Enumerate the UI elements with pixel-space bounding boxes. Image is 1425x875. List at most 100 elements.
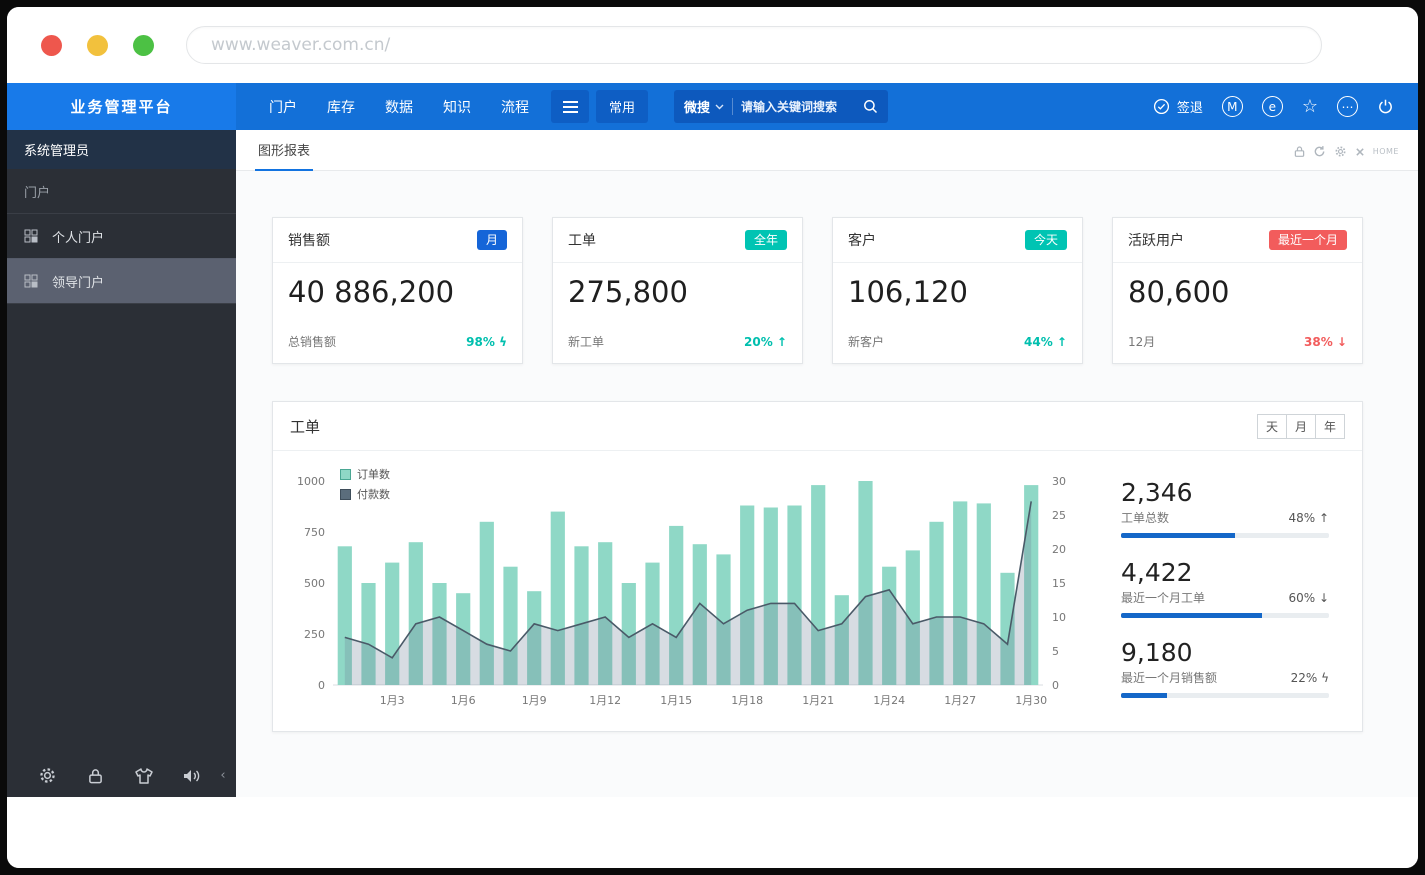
tab-graphic-reports[interactable]: 图形报表 bbox=[255, 140, 313, 171]
legend-swatch bbox=[340, 469, 351, 480]
legend-item-2[interactable]: 付款数 bbox=[340, 486, 390, 502]
svg-text:1月6: 1月6 bbox=[451, 694, 476, 707]
side-stat-percent: 48% ↑ bbox=[1288, 511, 1329, 525]
chart-plot: 025050075010000510152025301月31月61月91月121… bbox=[283, 465, 1089, 721]
side-stat-label: 最近一个月销售额 bbox=[1121, 669, 1217, 686]
m-badge-icon[interactable]: M bbox=[1222, 96, 1243, 117]
address-bar[interactable]: www.weaver.com.cn/ bbox=[186, 26, 1322, 64]
topnav-item-1[interactable]: 门户 bbox=[254, 83, 312, 130]
side-stat-label: 最近一个月工单 bbox=[1121, 589, 1205, 606]
sidebar-item-label: 个人门户 bbox=[52, 227, 104, 246]
e-badge-icon[interactable]: e bbox=[1262, 96, 1283, 117]
sidebar: 系统管理员 门户 个人门户领导门户 ‹ bbox=[7, 130, 236, 797]
zoom-window-button[interactable] bbox=[133, 35, 154, 56]
report-tabbar: 图形报表 HOME bbox=[236, 130, 1418, 171]
stat-card-value: 275,800 bbox=[553, 263, 802, 309]
side-stat-3: 9,180 最近一个月销售额22% ϟ bbox=[1121, 638, 1329, 698]
search-engine-selector[interactable]: 微搜 bbox=[684, 97, 724, 116]
stat-card-head: 客户 今天 bbox=[833, 218, 1082, 263]
chart-range-buttons: 天月年 bbox=[1258, 414, 1345, 439]
minimize-window-button[interactable] bbox=[87, 35, 108, 56]
lock-icon[interactable] bbox=[71, 767, 119, 785]
svg-text:1月15: 1月15 bbox=[660, 694, 692, 707]
svg-text:25: 25 bbox=[1052, 509, 1066, 522]
side-stat-value: 9,180 bbox=[1121, 638, 1329, 667]
svg-text:1月18: 1月18 bbox=[731, 694, 763, 707]
close-icon[interactable] bbox=[1355, 147, 1365, 157]
stat-card-title: 客户 bbox=[848, 230, 876, 250]
search-button[interactable] bbox=[857, 99, 878, 114]
search-icon bbox=[863, 99, 878, 114]
stat-card-2: 工单全年275,800 新工单20% ↑ bbox=[552, 217, 803, 364]
chart-side-stats: 2,346 工单总数 48% ↑ 4,422 最近一个月工单60% ↓ 9,180 最近一个… bbox=[1089, 465, 1356, 721]
portal-grid-icon bbox=[24, 274, 38, 288]
theme-shirt-icon[interactable] bbox=[120, 767, 168, 785]
stat-card-badge: 今天 bbox=[1025, 230, 1067, 250]
topnav-item-3[interactable]: 数据 bbox=[370, 83, 428, 130]
range-button-1[interactable]: 天 bbox=[1257, 414, 1287, 439]
stat-card-badge: 月 bbox=[477, 230, 507, 250]
range-button-3[interactable]: 年 bbox=[1315, 414, 1345, 439]
settings-gear-icon[interactable] bbox=[23, 766, 71, 785]
side-stat-row: 最近一个月工单60% ↓ bbox=[1121, 589, 1329, 606]
stat-card-foot: 总销售额98% ϟ bbox=[273, 333, 522, 363]
sidebar-section-portal[interactable]: 门户 bbox=[7, 169, 236, 213]
sidebar-collapse-arrow[interactable]: ‹ bbox=[216, 768, 230, 783]
range-button-2[interactable]: 月 bbox=[1286, 414, 1316, 439]
stat-card-foot: 12月 38% ↓ bbox=[1113, 333, 1362, 363]
stat-card-value: 40 886,200 bbox=[273, 263, 522, 309]
close-window-button[interactable] bbox=[41, 35, 62, 56]
sidebar-bottom-toolbar: ‹ bbox=[7, 754, 236, 797]
svg-text:1000: 1000 bbox=[297, 475, 325, 488]
power-icon[interactable] bbox=[1377, 98, 1394, 115]
svg-text:0: 0 bbox=[1052, 679, 1059, 692]
topnav-item-4[interactable]: 知识 bbox=[428, 83, 486, 130]
svg-text:1月24: 1月24 bbox=[873, 694, 905, 707]
sidebar-item-2[interactable]: 领导门户 bbox=[7, 258, 236, 303]
side-stat-label: 工单总数 bbox=[1121, 509, 1169, 526]
stat-card-4: 活跃用户最近一个月80,60012月38% ↓ bbox=[1112, 217, 1363, 364]
stat-card-foot: 新客户44% ↑ bbox=[833, 333, 1082, 363]
topnav-item-5[interactable]: 流程 bbox=[486, 83, 544, 130]
sidebar-item-1[interactable]: 个人门户 bbox=[7, 213, 236, 258]
common-menu-button[interactable]: 常用 bbox=[596, 90, 648, 123]
lock-small-icon[interactable] bbox=[1294, 145, 1305, 158]
favorite-star-icon[interactable]: ☆ bbox=[1302, 96, 1318, 117]
gear-small-icon[interactable] bbox=[1334, 145, 1347, 158]
chart-card-body: 025050075010000510152025301月31月61月91月121… bbox=[273, 451, 1362, 731]
browser-chrome: www.weaver.com.cn/ bbox=[7, 7, 1418, 83]
signout-button[interactable]: 签退 bbox=[1153, 97, 1203, 116]
side-stat-progress-track bbox=[1121, 613, 1329, 618]
stat-card-1: 销售额月40 886,200总销售额98% ϟ bbox=[272, 217, 523, 364]
stat-card-foot: 新工单20% ↑ bbox=[553, 333, 802, 363]
side-stat-row: 最近一个月销售额22% ϟ bbox=[1121, 669, 1329, 686]
menu-hamburger-button[interactable] bbox=[551, 90, 589, 123]
stat-card-percent: 44% ↑ bbox=[1024, 335, 1067, 349]
svg-text:1月21: 1月21 bbox=[802, 694, 834, 707]
orders-bar-line-chart: 025050075010000510152025301月31月61月91月121… bbox=[283, 465, 1089, 717]
svg-text:20: 20 bbox=[1052, 543, 1066, 556]
sound-speaker-icon[interactable] bbox=[168, 767, 216, 785]
window-controls bbox=[41, 35, 154, 56]
sidebar-item-label: 领导门户 bbox=[52, 272, 104, 291]
legend-label: 付款数 bbox=[357, 486, 390, 502]
side-stat-value: 4,422 bbox=[1121, 558, 1329, 587]
topnav-item-2[interactable]: 库存 bbox=[312, 83, 370, 130]
refresh-icon[interactable] bbox=[1313, 145, 1326, 158]
svg-text:250: 250 bbox=[304, 628, 325, 641]
search-input[interactable] bbox=[741, 100, 857, 114]
side-stat-progress-fill bbox=[1121, 693, 1167, 698]
more-ellipsis-icon[interactable]: ⋯ bbox=[1337, 96, 1358, 117]
chevron-down-icon bbox=[715, 104, 724, 110]
brand-title: 业务管理平台 bbox=[7, 83, 236, 130]
stat-cards: 销售额月40 886,200总销售额98% ϟ工单全年275,800新工单20%… bbox=[272, 217, 1363, 364]
stat-card-label: 12月 bbox=[1128, 333, 1155, 350]
stat-card-percent: 38% ↓ bbox=[1304, 335, 1347, 349]
side-stat-value: 2,346 bbox=[1121, 478, 1329, 507]
svg-text:1月30: 1月30 bbox=[1015, 694, 1047, 707]
stat-card-title: 工单 bbox=[568, 230, 596, 250]
stat-card-head: 工单全年 bbox=[553, 218, 802, 263]
svg-text:30: 30 bbox=[1052, 475, 1066, 488]
legend-item-1[interactable]: 订单数 bbox=[340, 466, 390, 482]
svg-text:10: 10 bbox=[1052, 611, 1066, 624]
